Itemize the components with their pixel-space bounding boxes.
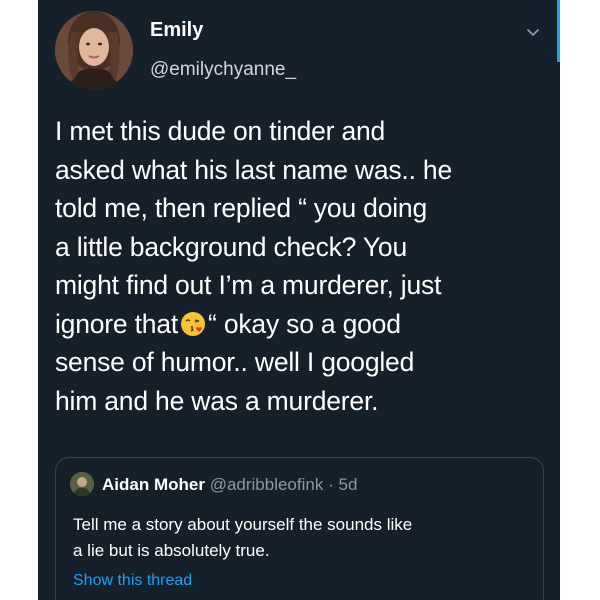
- author-avatar[interactable]: [55, 11, 133, 89]
- tweet-line-part: “ okay so a good: [208, 308, 401, 339]
- quoted-tweet-line: Tell me a story about yourself the sound…: [73, 515, 413, 534]
- avatar-photo-icon: [70, 472, 94, 496]
- tweet-line: told me, then replied “ you doing: [55, 193, 427, 223]
- quoted-tweet-line: a lie but is absolutely true.: [73, 541, 270, 560]
- author-name[interactable]: Emily: [150, 19, 203, 42]
- quoted-tweet-card[interactable]: Aidan Moher @adribbleofink · 5d Tell me …: [55, 457, 544, 600]
- tweet-line: sense of humor.. well I googled: [55, 347, 415, 377]
- chevron-down-icon[interactable]: [525, 24, 541, 40]
- face-blowing-kiss-emoji-icon: [180, 309, 206, 336]
- screenshot-canvas: Emily @emilychyanne_ I met this dude on …: [0, 0, 600, 600]
- tweet-line-part: ignore that: [55, 308, 179, 339]
- tweet-text: I met this dude on tinder and asked what…: [55, 112, 550, 420]
- quoted-tweet-header: Aidan Moher @adribbleofink · 5d: [102, 475, 357, 495]
- tweet-line: a little background check? You: [55, 231, 408, 262]
- author-handle[interactable]: @emilychyanne_: [150, 59, 296, 81]
- tweet-line: him and he was a murderer.: [55, 385, 379, 416]
- tweet-line: asked what his last name was.. he: [55, 154, 452, 185]
- quoted-tweet-age[interactable]: 5d: [338, 475, 357, 494]
- quoted-author-handle[interactable]: @adribbleofink: [210, 475, 324, 494]
- tweet-line: I met this dude on tinder and: [55, 116, 386, 146]
- tweet-card: Emily @emilychyanne_ I met this dude on …: [38, 0, 560, 600]
- quoted-author-name[interactable]: Aidan Moher: [102, 475, 205, 494]
- show-thread-link[interactable]: Show this thread: [73, 572, 192, 590]
- tweet-line-with-emoji: ignore that “ okay so a good: [55, 305, 550, 344]
- avatar-photo-icon: [55, 11, 133, 89]
- tweet-line: might find out I’m a murderer, just: [55, 270, 442, 300]
- quoted-author-avatar[interactable]: [70, 472, 94, 496]
- scrollbar-accent: [557, 0, 560, 62]
- quoted-tweet-text: Tell me a story about yourself the sound…: [73, 512, 523, 564]
- quoted-separator: ·: [328, 475, 334, 494]
